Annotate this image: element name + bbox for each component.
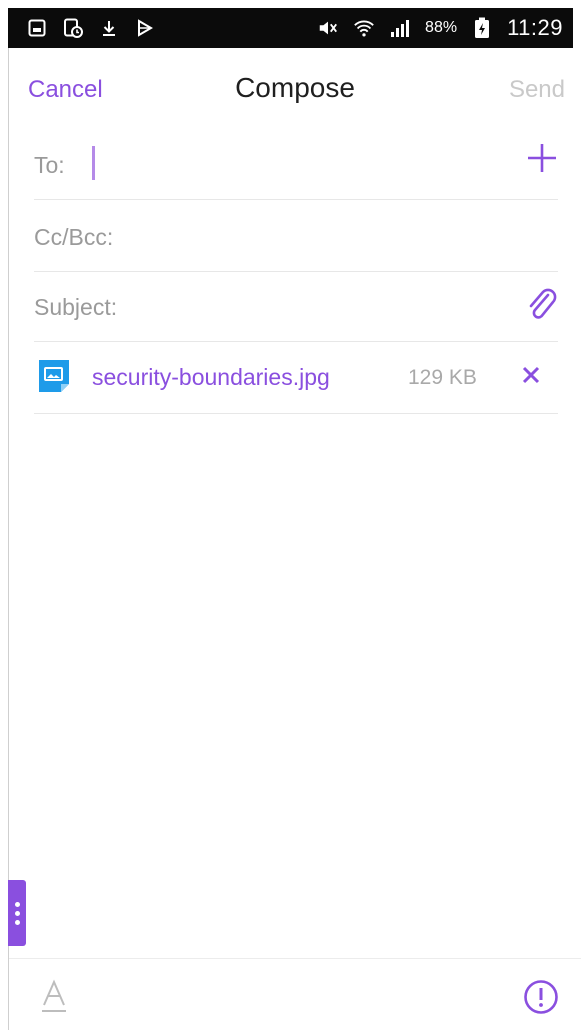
bottom-toolbar — [9, 958, 581, 1030]
attachment-item: security-boundaries.jpg 129 KB — [34, 342, 558, 414]
handle-dot — [14, 919, 20, 925]
image-file-icon — [39, 360, 69, 392]
compose-header: Cancel Compose Send — [9, 48, 581, 132]
wifi-icon — [353, 17, 375, 39]
cc-bcc-field[interactable]: Cc/Bcc: — [34, 200, 558, 272]
exclamation-icon — [524, 980, 558, 1014]
status-bar: 88% 11:29 — [8, 8, 573, 48]
status-bar-left — [26, 17, 156, 39]
status-bar-right: 88% 11:29 — [317, 15, 563, 41]
text-format-icon — [42, 979, 66, 1012]
cc-bcc-label: Cc/Bcc: — [34, 224, 114, 250]
add-recipient-button[interactable] — [526, 142, 558, 174]
plus-icon — [528, 144, 556, 172]
battery-percent: 88% — [425, 19, 458, 36]
mute-icon — [317, 17, 339, 39]
attach-file-button[interactable] — [526, 284, 558, 324]
send-button[interactable]: Send — [509, 76, 565, 104]
clock: 11:29 — [507, 15, 563, 40]
paperclip-icon — [529, 288, 557, 319]
close-icon — [522, 366, 540, 384]
page-title: Compose — [235, 72, 355, 103]
text-cursor — [92, 146, 95, 180]
text-format-button[interactable] — [39, 979, 69, 1015]
battery-icon — [471, 17, 493, 39]
phone-sync-icon — [62, 17, 84, 39]
download-icon — [98, 17, 120, 39]
handle-dot — [14, 910, 20, 916]
to-label: To: — [34, 152, 65, 178]
subject-label: Subject: — [34, 294, 118, 320]
handle-dot — [14, 901, 20, 907]
attachment-file-size: 129 KB — [408, 366, 477, 389]
subject-field[interactable]: Subject: — [34, 270, 558, 342]
play-store-icon — [134, 17, 156, 39]
remove-attachment-button[interactable] — [520, 364, 542, 386]
attachment-file-name[interactable]: security-boundaries.jpg — [92, 364, 330, 391]
signal-icon — [389, 17, 411, 39]
gallery-icon — [26, 17, 48, 39]
importance-button[interactable] — [523, 979, 559, 1015]
side-drawer-handle[interactable] — [8, 880, 26, 946]
to-field[interactable]: To: — [34, 128, 558, 200]
